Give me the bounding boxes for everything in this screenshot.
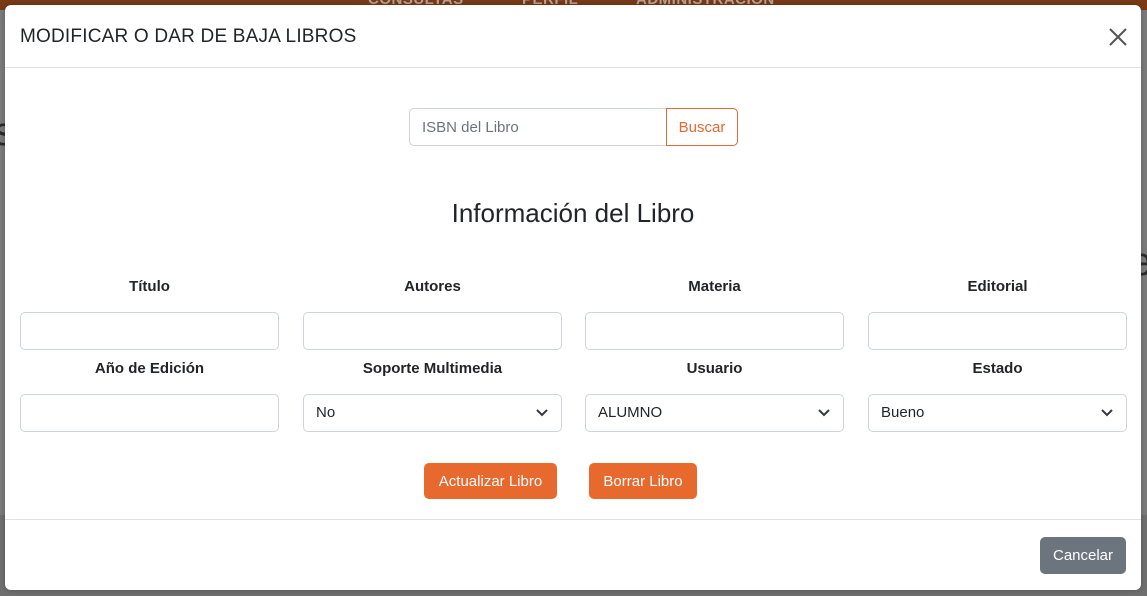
modal-footer: Cancelar: [5, 519, 1141, 590]
soporte-multimedia-label: Soporte Multimedia: [362, 360, 503, 377]
cancel-button[interactable]: Cancelar: [1040, 537, 1126, 574]
estado-label: Estado: [972, 360, 1023, 377]
close-button[interactable]: [1106, 25, 1130, 49]
chevron-down-icon: [1101, 409, 1113, 417]
section-title: Información del Libro: [451, 198, 695, 228]
search-button[interactable]: Buscar: [666, 108, 738, 146]
update-book-button[interactable]: Actualizar Libro: [424, 463, 557, 499]
autores-label: Autores: [404, 278, 461, 295]
modal-header: MODIFICAR O DAR DE BAJA LIBROS: [5, 5, 1141, 68]
titulo-input[interactable]: [20, 312, 279, 350]
materia-input[interactable]: [585, 312, 844, 350]
close-icon: [1109, 28, 1127, 46]
anio-edicion-input[interactable]: [20, 394, 279, 432]
field-autores: Autores: [303, 277, 562, 350]
field-editorial: Editorial: [868, 277, 1127, 350]
isbn-search-input[interactable]: [409, 108, 666, 146]
editorial-input[interactable]: [868, 312, 1127, 350]
usuario-value: ALUMNO: [598, 404, 663, 421]
field-usuario: Usuario ALUMNO: [585, 359, 844, 432]
autores-input[interactable]: [303, 312, 562, 350]
field-titulo: Título: [20, 277, 279, 350]
estado-value: Bueno: [881, 404, 925, 421]
editorial-label: Editorial: [967, 278, 1028, 295]
modal-title: MODIFICAR O DAR DE BAJA LIBROS: [20, 26, 357, 47]
field-estado: Estado Bueno: [868, 359, 1127, 432]
delete-book-button[interactable]: Borrar Libro: [589, 463, 697, 499]
field-anio-edicion: Año de Edición: [20, 359, 279, 432]
soporte-multimedia-select[interactable]: No: [303, 394, 562, 432]
isbn-search-group: Buscar: [409, 108, 738, 146]
materia-label: Materia: [688, 278, 741, 295]
usuario-label: Usuario: [686, 360, 743, 377]
chevron-down-icon: [818, 409, 830, 417]
field-materia: Materia: [585, 277, 844, 350]
soporte-multimedia-value: No: [316, 404, 336, 421]
chevron-down-icon: [536, 409, 548, 417]
modify-book-modal: MODIFICAR O DAR DE BAJA LIBROS Buscar In…: [5, 5, 1141, 590]
usuario-select[interactable]: ALUMNO: [585, 394, 844, 432]
estado-select[interactable]: Bueno: [868, 394, 1127, 432]
titulo-label: Título: [129, 278, 170, 295]
field-soporte-multimedia: Soporte Multimedia No: [303, 359, 562, 432]
anio-edicion-label: Año de Edición: [94, 360, 205, 377]
